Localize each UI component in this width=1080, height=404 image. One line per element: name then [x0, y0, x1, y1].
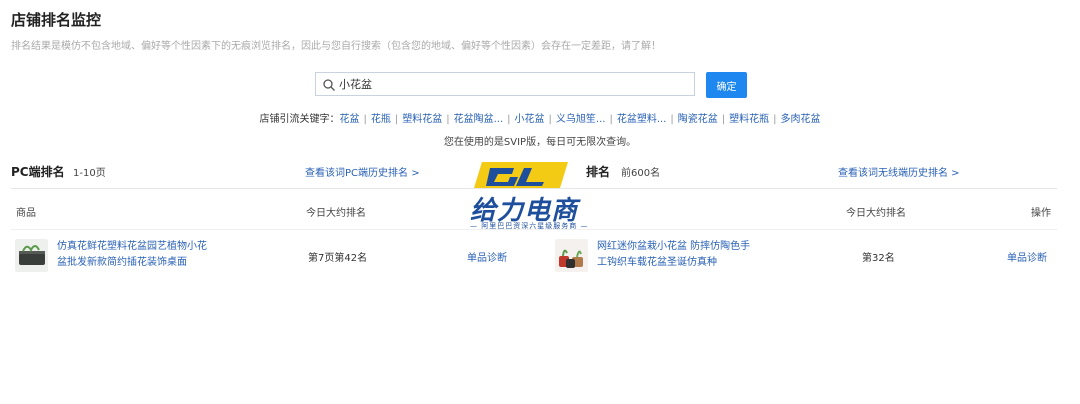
confirm-button[interactable]: 确定	[706, 72, 747, 98]
svip-notice: 您在使用的是SVIP版，每日可无限次查询。	[443, 137, 637, 148]
keyword-link[interactable]: 花盆塑料...	[617, 114, 667, 125]
pc-section-title: PC端排名	[11, 165, 65, 179]
diagnose-link[interactable]: 单品诊断	[1007, 249, 1047, 264]
col-product: 商品	[16, 208, 36, 219]
keyword-link[interactable]: 塑料花瓶	[729, 114, 769, 125]
diagnose-link[interactable]: 单品诊断	[467, 249, 507, 264]
keyword-link[interactable]: 义乌旭笙...	[556, 114, 606, 125]
search-icon	[322, 77, 336, 91]
search-input[interactable]	[339, 77, 679, 91]
mobile-history-link[interactable]: 查看该词无线端历史排名 >	[838, 164, 960, 179]
product-name-link[interactable]: 网红迷你盆栽小花盆 防摔仿陶色手工钩织车载花盆圣诞仿真种	[597, 239, 752, 271]
page-title: 店铺排名监控	[11, 11, 102, 29]
col-daily-rank: 今日大约排名	[306, 208, 366, 219]
keyword-link[interactable]: 多肉花盆	[781, 114, 821, 125]
product-thumbnail[interactable]	[555, 239, 588, 272]
pc-rank-value: 第7页第42名	[308, 253, 368, 264]
watermark-tagline: — 阿里巴巴资深六星级服务商 —	[470, 222, 589, 230]
pc-history-link[interactable]: 查看该词PC端历史排名 >	[305, 164, 420, 179]
keyword-link[interactable]: 花盆陶盆...	[454, 114, 504, 125]
mobile-rank-value: 第32名	[862, 253, 895, 264]
page-subtitle: 排名结果是模仿不包含地域、偏好等个性因素下的无痕浏览排名，因此与您自行搜索（包含…	[11, 41, 661, 52]
keyword-link[interactable]: 陶瓷花盆	[678, 114, 718, 125]
keyword-link[interactable]: 花瓶	[371, 114, 391, 125]
product-thumbnail[interactable]	[15, 239, 48, 272]
pc-section-range: 1-10页	[73, 168, 106, 179]
keyword-label: 店铺引流关键字：	[259, 114, 340, 125]
keyword-bar: 店铺引流关键字：花盆 | 花瓶 | 塑料花盆 | 花盆陶盆... | 小花盆 | 义乌旭笙... | 花…	[259, 114, 821, 125]
col-action: 操作	[1031, 208, 1051, 219]
mobile-section-range: 前600名	[621, 168, 661, 179]
keyword-link[interactable]: 小花盆	[515, 114, 545, 125]
product-name-link[interactable]: 仿真花鲜花塑料花盆园艺植物小花盆批发新款简约插花装饰桌面	[57, 239, 212, 271]
keyword-link[interactable]: 花盆	[339, 114, 359, 125]
search-box[interactable]	[315, 72, 695, 96]
col-daily-rank-mobile: 今日大约排名	[846, 208, 906, 219]
keyword-link[interactable]: 塑料花盆	[402, 114, 442, 125]
